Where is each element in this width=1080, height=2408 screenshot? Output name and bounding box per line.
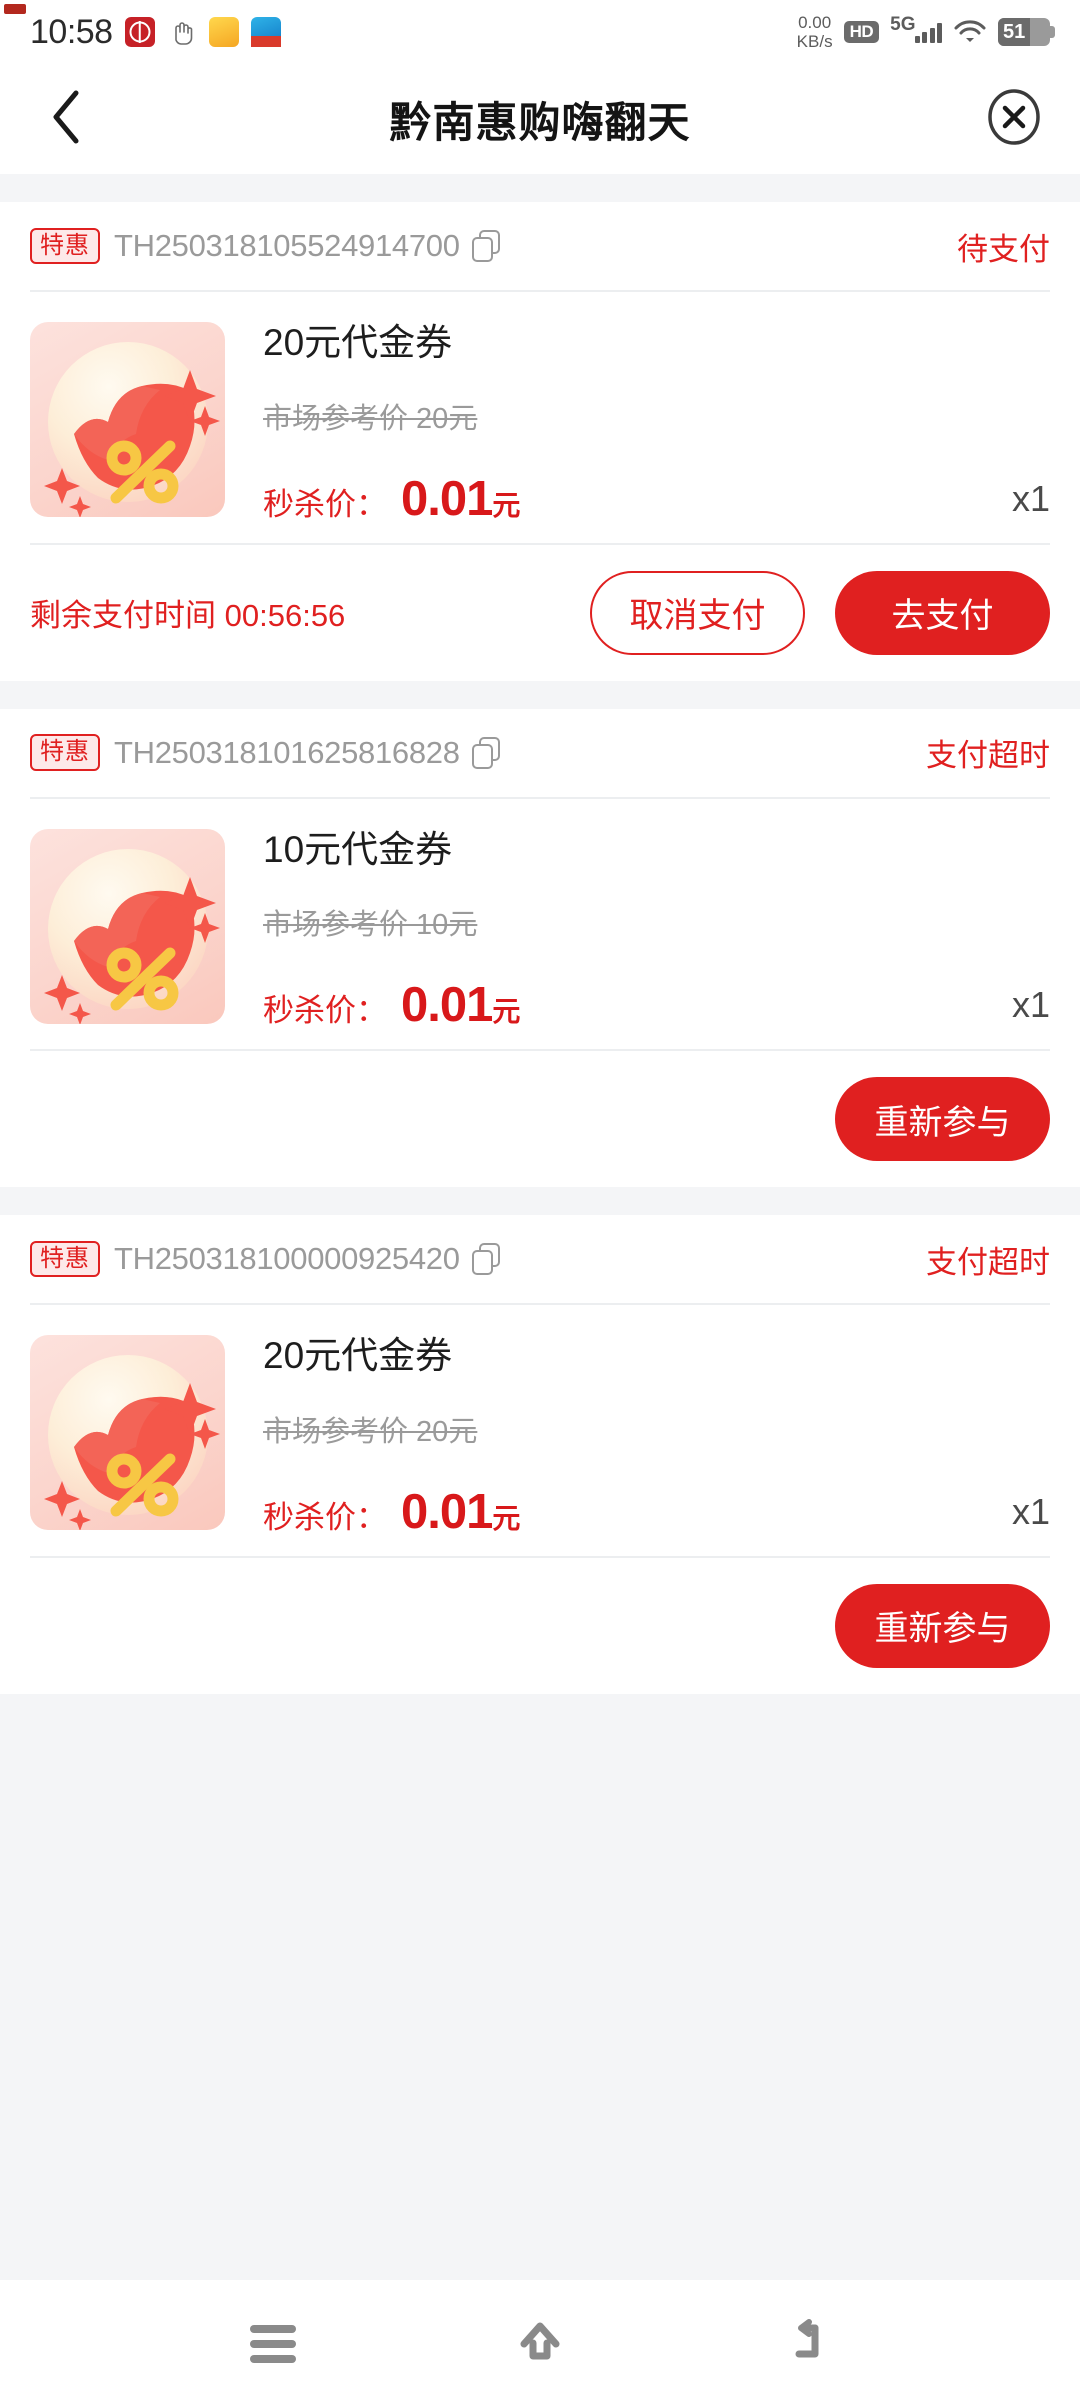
countdown-value: 00:56:56 [224,598,346,634]
market-reference-price: 市场参考价 20元 [263,1415,478,1448]
app-screen: 10:58 0.00 KB/s HD 5G 51 黔南惠购嗨翻天 特惠 TH25… [0,0,1080,2408]
price-label: 秒杀价： [263,486,387,522]
copy-icon[interactable] [471,1243,502,1276]
order-header: 特惠 TH250318101625816828 支付超时 [30,709,1050,797]
order-actions: 重新参与 [30,1051,1050,1187]
back-arrow-icon [779,2314,835,2375]
price-unit: 元 [492,1502,521,1534]
page-header: 黔南惠购嗨翻天 [0,64,1080,174]
order-actions: 重新参与 [30,1558,1050,1694]
cancel-payment-button[interactable]: 取消支付 [590,570,805,655]
boc-app-icon [124,17,155,47]
network-type-label: 5G [890,14,916,35]
rejoin-button[interactable]: 重新参与 [835,1077,1050,1162]
market-reference-price: 市场参考价 10元 [263,909,478,942]
product-row[interactable]: 10元代金券 市场参考价 10元 秒杀价： 0.01 元 x1 [30,799,1050,1050]
order-tag-badge: 特惠 [30,734,100,771]
product-info: 10元代金券 市场参考价 10元 秒杀价： 0.01 元 x1 [225,829,1050,1034]
price-label: 秒杀价： [263,1499,387,1535]
copy-icon[interactable] [471,736,502,769]
order-status: 支付超时 [926,1244,1050,1280]
order-number: TH250318105524914700 [114,228,460,263]
page-title: 黔南惠购嗨翻天 [389,98,691,146]
yellow-app-icon [208,17,239,47]
order-tag-badge: 特惠 [30,227,100,265]
order-header: 特惠 TH250318105524914700 待支付 [30,202,1050,290]
quantity: x1 [1011,984,1050,1026]
price-value: 0.01 [401,1484,493,1539]
order-card[interactable]: 特惠 TH250318100000925420 支付超时 20元代金券 市场参考… [0,1215,1080,1694]
product-row[interactable]: 20元代金券 市场参考价 20元 秒杀价： 0.01 元 x1 [30,292,1050,543]
close-circle-icon [985,88,1043,151]
coupon-thumbnail [30,828,225,1024]
coupon-thumbnail [30,1335,225,1531]
home-icon [512,2314,568,2375]
product-name: 10元代金券 [263,828,453,870]
wifi-icon [953,20,987,44]
price-unit: 元 [492,489,521,521]
status-bar: 10:58 0.00 KB/s HD 5G 51 [0,0,1080,64]
quantity: x1 [1011,477,1050,519]
network-speed-unit: KB/s [796,32,833,51]
hand-pointer-icon [167,17,197,47]
card-gap [0,680,1080,709]
home-button[interactable] [495,2299,585,2389]
countdown-label: 剩余支付时间 [30,598,216,634]
product-info: 20元代金券 市场参考价 20元 秒杀价： 0.01 元 x1 [225,322,1050,527]
product-name: 20元代金券 [263,322,453,363]
market-reference-price: 市场参考价 20元 [263,402,478,435]
price-row: 秒杀价： 0.01 元 x1 [263,471,1050,527]
order-status: 支付超时 [926,738,1050,774]
battery-level: 51 [1003,20,1026,43]
price-row: 秒杀价： 0.01 元 x1 [263,977,1050,1033]
order-card[interactable]: 特惠 TH250318101625816828 支付超时 10元代金券 市场参考… [0,708,1080,1188]
product-row[interactable]: 20元代金券 市场参考价 20元 秒杀价： 0.01 元 x1 [30,1305,1050,1556]
order-number: TH250318101625816828 [114,734,460,770]
blue-app-icon [250,17,281,47]
list-top-gap [0,174,1080,202]
go-pay-button[interactable]: 去支付 [835,570,1050,655]
rejoin-button[interactable]: 重新参与 [835,1583,1050,1668]
menu-icon [250,2318,297,2370]
status-bar-right: 0.00 KB/s HD 5G 51 [797,13,1055,51]
back-button[interactable] [762,2299,852,2389]
action-buttons: 取消支付 去支付 [590,570,1050,655]
price-value: 0.01 [401,471,493,526]
order-status: 待支付 [957,231,1050,267]
network-speed-value: 0.00 [798,13,832,32]
price-unit: 元 [492,996,521,1028]
android-navigation-bar [0,2280,1080,2408]
battery-icon: 51 [998,18,1055,46]
product-name: 20元代金券 [263,1335,453,1377]
product-info: 20元代金券 市场参考价 20元 秒杀价： 0.01 元 x1 [225,1335,1050,1540]
payment-countdown: 剩余支付时间 00:56:56 [30,590,345,635]
order-card[interactable]: 特惠 TH250318105524914700 待支付 20元代金券 市场参考价… [0,202,1080,681]
recents-button[interactable] [228,2299,318,2389]
order-list[interactable]: 特惠 TH250318105524914700 待支付 20元代金券 市场参考价… [0,174,1080,2280]
price-value: 0.01 [401,978,493,1033]
card-gap [0,1187,1080,1216]
network-speed-indicator: 0.00 KB/s [797,13,833,51]
copy-icon[interactable] [471,230,502,262]
price-row: 秒杀价： 0.01 元 x1 [263,1484,1050,1540]
quantity: x1 [1011,1490,1050,1532]
order-header: 特惠 TH250318100000925420 支付超时 [30,1215,1050,1303]
hd-icon: HD [843,21,880,43]
status-time: 10:58 [30,12,113,51]
close-button[interactable] [984,88,1044,151]
signal-bars-icon [914,21,942,43]
coupon-thumbnail [30,322,225,517]
order-actions: 剩余支付时间 00:56:56 取消支付 去支付 [30,545,1050,681]
order-tag-badge: 特惠 [30,1240,100,1278]
status-bar-left: 10:58 [30,13,281,52]
price-label: 秒杀价： [263,993,387,1029]
order-number: TH250318100000925420 [114,1241,460,1277]
